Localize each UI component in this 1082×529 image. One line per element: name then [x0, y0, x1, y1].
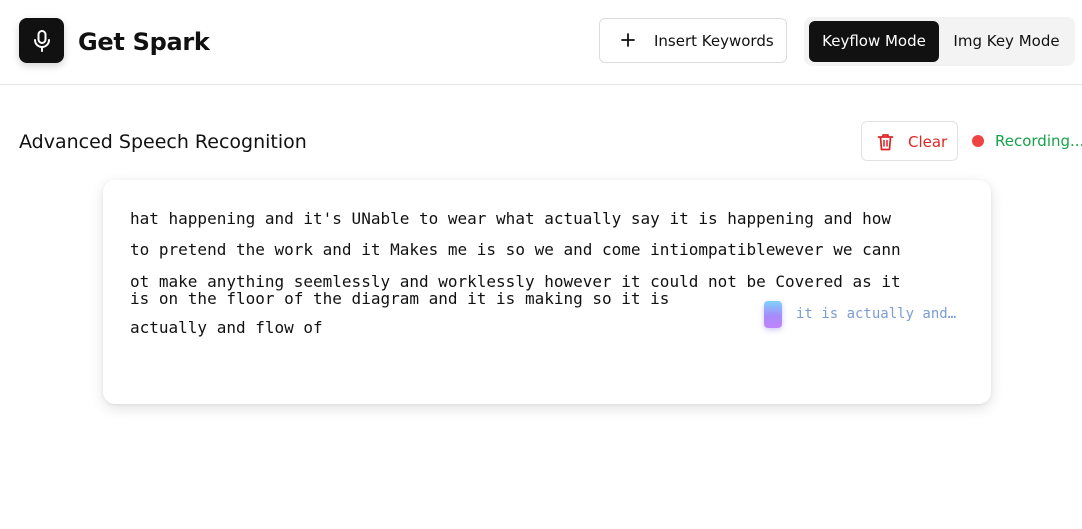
clear-label: Clear [908, 133, 948, 151]
microphone-icon [33, 29, 50, 52]
trash-icon [877, 134, 894, 151]
keyflow-mode-button[interactable]: Keyflow Mode [809, 21, 939, 62]
suggestion-accept-handle[interactable] [764, 301, 782, 328]
insert-keywords-label: Insert Keywords [654, 32, 774, 50]
mode-toggle: Keyflow Mode Img Key Mode [804, 17, 1075, 66]
transcript-line: actually and flow of [130, 318, 323, 337]
plus-icon [621, 33, 635, 47]
app-title: Get Spark [78, 28, 210, 56]
transcript-line: is on the floor of the diagram and it is… [130, 289, 670, 308]
recording-indicator-dot [972, 135, 984, 147]
clear-button[interactable]: Clear [861, 121, 958, 161]
microphone-button[interactable] [19, 18, 64, 63]
top-bar: Get Spark Insert Keywords Keyflow Mode I… [0, 0, 1082, 85]
transcript-line: hat happening and it's UNable to wear wh… [130, 209, 891, 228]
transcript-line: to pretend the work and it Makes me is s… [130, 240, 901, 259]
insert-keywords-button[interactable]: Insert Keywords [599, 18, 787, 63]
suggestion-text[interactable]: it is actually and… [796, 304, 956, 324]
section-title: Advanced Speech Recognition [19, 131, 307, 153]
recording-status: Recording... [995, 132, 1082, 150]
img-key-mode-button[interactable]: Img Key Mode [943, 21, 1070, 62]
